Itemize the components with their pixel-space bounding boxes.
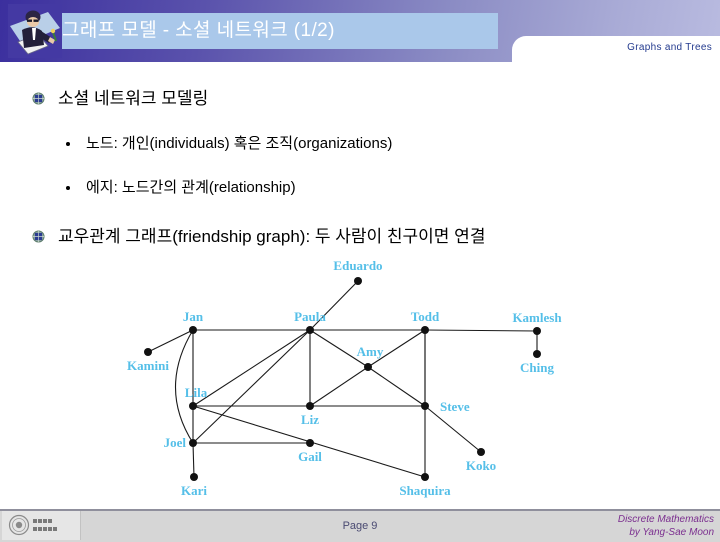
section-label: Graphs and Trees bbox=[627, 42, 712, 53]
graph-edge bbox=[424, 329, 538, 332]
bullet-text: 소셜 네트워크 모델링 bbox=[58, 89, 209, 108]
graph-edge bbox=[309, 366, 369, 407]
graph-edge-layer bbox=[147, 280, 538, 478]
graph-node bbox=[477, 448, 485, 456]
graph-edge bbox=[192, 329, 311, 444]
content-bullets: 소셜 네트워크 모델링 노드: 개인(individuals) 혹은 조직(or… bbox=[0, 62, 720, 246]
graph-node bbox=[189, 439, 197, 447]
graph-node-label: Amy bbox=[357, 344, 384, 359]
bullet-item-level1: 교우관계 그래프(friendship graph): 두 사람이 친구이면 연… bbox=[32, 224, 720, 250]
writer-at-desk-icon bbox=[8, 4, 62, 58]
slide-footer: Page 9 Discrete Mathematics by Yang-Sae … bbox=[0, 509, 720, 542]
graph-edge bbox=[192, 442, 195, 478]
graph-node bbox=[533, 327, 541, 335]
graph-node bbox=[533, 350, 541, 358]
graph-node-layer bbox=[144, 277, 541, 481]
graph-node-label: Gail bbox=[298, 449, 322, 464]
credit-line-2: by Yang-Sae Moon bbox=[629, 527, 714, 538]
graph-node-label: Koko bbox=[466, 458, 496, 473]
graph-node bbox=[354, 277, 362, 285]
credit-line-1: Discrete Mathematics bbox=[617, 514, 714, 525]
graph-node-label: Ching bbox=[520, 360, 554, 375]
graph-node bbox=[306, 439, 314, 447]
bullet-text: 에지: 노드간의 관계(relationship) bbox=[86, 179, 296, 196]
graph-edge bbox=[367, 366, 426, 407]
page-number: Page 9 bbox=[342, 520, 378, 532]
graph-node bbox=[421, 326, 429, 334]
graph-node bbox=[306, 326, 314, 334]
graph-node bbox=[364, 363, 372, 371]
bullet-text: 교우관계 그래프(friendship graph): 두 사람이 친구이면 연… bbox=[58, 227, 486, 246]
footer-credit: Discrete Mathematics by Yang-Sae Moon bbox=[618, 513, 714, 539]
globe-bullet-icon bbox=[32, 92, 45, 105]
graph-node-label: Eduardo bbox=[333, 258, 382, 273]
graph-node-label: Paula bbox=[294, 309, 326, 324]
graph-node bbox=[189, 402, 197, 410]
graph-node bbox=[421, 473, 429, 481]
graph-node-label: Jan bbox=[183, 309, 204, 324]
graph-node bbox=[421, 402, 429, 410]
graph-edge bbox=[147, 329, 194, 353]
graph-node-label: Kamlesh bbox=[512, 310, 562, 325]
bullet-item-level2: 노드: 개인(individuals) 혹은 조직(organizations) bbox=[62, 132, 720, 156]
graph-node bbox=[189, 326, 197, 334]
graph-node bbox=[144, 348, 152, 356]
round-bullet-icon bbox=[66, 142, 70, 146]
graph-node bbox=[190, 473, 198, 481]
globe-bullet-icon bbox=[32, 230, 45, 243]
friendship-graph: Eduardo Jan Paula Todd Kamlesh Kamini Amy Ching… bbox=[0, 250, 720, 505]
round-bullet-icon bbox=[66, 186, 70, 190]
bullet-item-level2: 에지: 노드간의 관계(relationship) bbox=[62, 176, 720, 200]
bullet-text: 노드: 개인(individuals) 혹은 조직(organizations) bbox=[86, 135, 393, 152]
graph-node-label: Kamini bbox=[127, 358, 169, 373]
graph-node-label: Joel bbox=[164, 435, 187, 450]
bullet-item-level1: 소셜 네트워크 모델링 bbox=[32, 86, 720, 112]
friendship-graph-svg: Eduardo Jan Paula Todd Kamlesh Kamini Amy Ching… bbox=[127, 258, 562, 498]
graph-node-label: Shaquira bbox=[399, 483, 451, 498]
graph-edge bbox=[192, 329, 311, 407]
graph-node-label: Steve bbox=[440, 399, 470, 414]
graph-node-label: Lila bbox=[185, 385, 208, 400]
graph-node bbox=[306, 402, 314, 410]
graph-node-label: Todd bbox=[411, 309, 440, 324]
graph-node-label: Liz bbox=[301, 412, 319, 427]
page-title: 그래프 모델 - 소셜 네트워크 (1/2) bbox=[62, 20, 335, 41]
slide-header: 그래프 모델 - 소셜 네트워크 (1/2) Graphs and Trees bbox=[0, 0, 720, 62]
graph-node-label: Kari bbox=[181, 483, 207, 498]
